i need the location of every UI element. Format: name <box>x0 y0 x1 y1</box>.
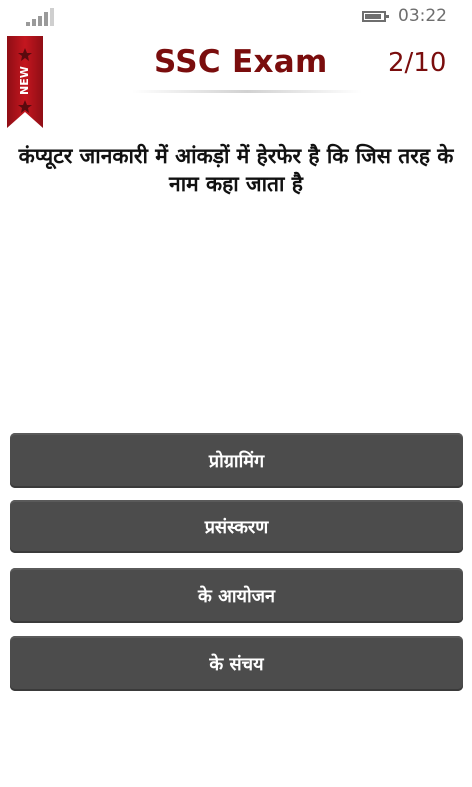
signal-strength-icon <box>26 8 56 26</box>
new-ribbon: NEW <box>7 36 43 128</box>
header: SSC Exam 2/10 <box>52 42 462 93</box>
status-bar: 03:22 <box>0 0 472 34</box>
ribbon-label: NEW <box>18 66 31 96</box>
option-button-4[interactable]: के संचय <box>10 636 463 691</box>
question-text: कंप्यूटर जानकारी में आंकड़ों में हेरफेर … <box>18 144 454 196</box>
status-time: 03:22 <box>398 6 447 26</box>
answer-options: प्रोग्रामिंग प्रसंस्करण के आयोजन के संचय <box>10 433 463 703</box>
question-counter: 2/10 <box>388 48 447 78</box>
page-title: SSC Exam <box>154 44 328 80</box>
battery-icon <box>362 11 389 22</box>
option-button-3[interactable]: के आयोजन <box>10 568 463 623</box>
option-button-1[interactable]: प्रोग्रामिंग <box>10 433 463 488</box>
header-divider <box>132 90 362 93</box>
option-button-2[interactable]: प्रसंस्करण <box>10 500 463 553</box>
